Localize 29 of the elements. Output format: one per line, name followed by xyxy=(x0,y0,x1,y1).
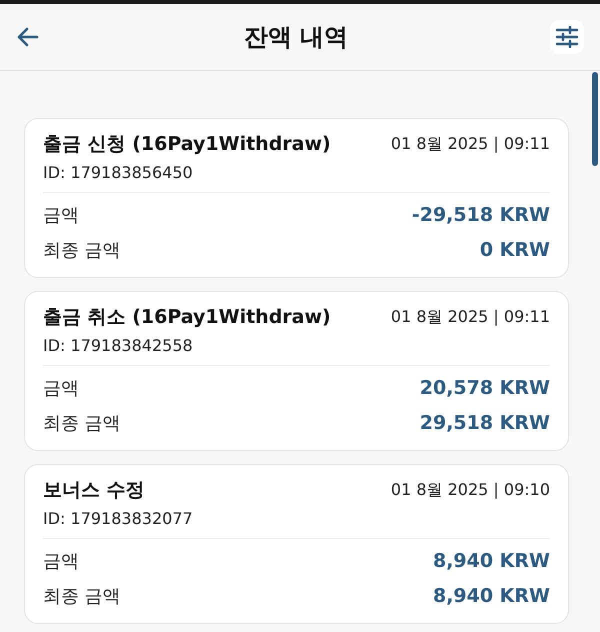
amount-label: 금액 xyxy=(43,204,79,226)
transaction-title: 보너스 수정 xyxy=(43,478,145,503)
amount-label: 최종 금액 xyxy=(43,584,121,608)
amount-value: 8,940 KRW xyxy=(432,550,550,572)
sliders-icon xyxy=(554,26,579,48)
transaction-id: ID: 179183842558 xyxy=(43,336,550,366)
amount-value: 29,518 KRW xyxy=(420,412,550,434)
transaction-card[interactable]: 출금 취소 (16Pay1Withdraw) 01 8월 2025 | 09:11 ID: 179183842558 금액 20,578 KRW 최종 금액 29,518 KRW xyxy=(24,291,569,451)
amount-label: 최종 금액 xyxy=(43,412,121,434)
transaction-card[interactable]: 출금 신청 (16Pay1Withdraw) 01 8월 2025 | 09:11 ID: 179183856450 금액 -29,518 KRW 최종 금액 0 KRW xyxy=(24,118,569,278)
amount-value: 0 KRW xyxy=(480,238,550,260)
transaction-id: ID: 179183856450 xyxy=(43,163,550,193)
amount-label: 최종 금액 xyxy=(43,238,121,262)
amount-label: 금액 xyxy=(43,550,79,572)
back-arrow-icon xyxy=(17,27,39,47)
transaction-date: 01 8월 2025 | 09:10 xyxy=(390,480,550,500)
amount-value: 20,578 KRW xyxy=(420,376,550,398)
amount-label: 금액 xyxy=(43,376,79,400)
transaction-title: 출금 취소 (16Pay1Withdraw) xyxy=(43,305,331,330)
filter-button[interactable] xyxy=(550,20,584,54)
scrollbar[interactable] xyxy=(592,72,598,166)
page-title: 잔액 내역 xyxy=(244,22,348,53)
transaction-date: 01 8월 2025 | 09:11 xyxy=(390,306,550,328)
transaction-title: 출금 신청 (16Pay1Withdraw) xyxy=(43,132,331,157)
amount-value: 8,940 KRW xyxy=(432,584,550,606)
amount-value: -29,518 KRW xyxy=(412,204,550,226)
transaction-id: ID: 179183832077 xyxy=(43,509,550,539)
transaction-card[interactable]: 보너스 수정 01 8월 2025 | 09:10 ID: 179183832077 금액 8,940 KRW 최종 금액 8,940 KRW xyxy=(24,464,569,624)
transaction-date: 01 8월 2025 | 09:11 xyxy=(390,134,550,154)
